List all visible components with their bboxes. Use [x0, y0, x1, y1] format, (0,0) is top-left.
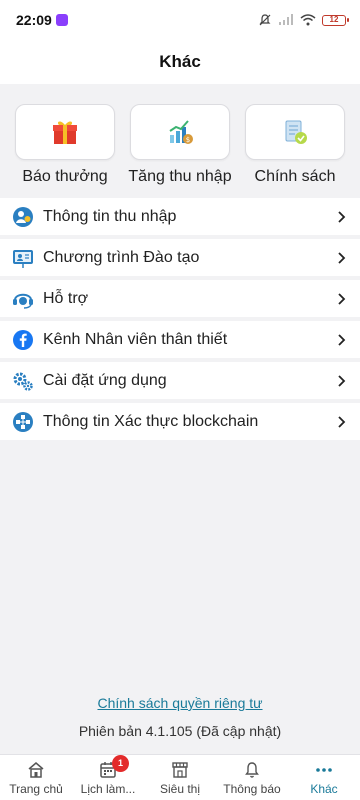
tab-label: Siêu thị: [159, 781, 201, 796]
tab-khac[interactable]: Khác: [288, 755, 360, 800]
mute-bell-icon: [259, 14, 271, 26]
chevron-right-icon: [338, 292, 346, 305]
menu-item-label: Thông tin thu nhập: [43, 207, 177, 225]
blockchain-icon: [13, 411, 33, 432]
status-time: 22:09: [16, 12, 68, 28]
quick-actions: Báo thưởng $ Tăng thu nhập Chính sách: [0, 84, 360, 186]
chevron-right-icon: [338, 374, 346, 387]
tab-label: Khác: [310, 781, 338, 796]
facebook-icon: [13, 329, 33, 350]
quick-action-card[interactable]: $: [130, 104, 230, 160]
status-icons: 12: [258, 13, 349, 27]
menu-item-ho-tro[interactable]: Hỗ trợ: [0, 280, 360, 317]
page-title: Khác: [159, 52, 201, 71]
page-header: Khác: [0, 40, 360, 84]
tab-label: Trang chủ: [9, 781, 63, 796]
tab-lich-lam[interactable]: 1 Lịch làm...: [72, 755, 144, 800]
home-icon: [28, 761, 44, 778]
menu-item-cai-dat-ung-dung[interactable]: Cài đặt ứng dụng: [0, 362, 360, 399]
income-growth-icon: $: [169, 120, 193, 144]
tab-label: Thông báo: [223, 781, 281, 796]
quick-action-chinh-sach[interactable]: Chính sách: [244, 104, 346, 186]
app-version: Phiên bản 4.1.105 (Đã cập nhật): [78, 723, 282, 739]
menu-item-label: Thông tin Xác thực blockchain: [43, 412, 259, 430]
tab-thong-bao[interactable]: Thông báo: [216, 755, 288, 800]
gift-icon: [53, 121, 77, 144]
quick-action-tang-thu-nhap[interactable]: $ Tăng thu nhập: [128, 104, 232, 186]
privacy-policy-link[interactable]: Chính sách quyền riêng tư: [97, 695, 262, 711]
menu-item-label: Cài đặt ứng dụng: [43, 371, 167, 389]
svg-text:$: $: [186, 136, 190, 144]
chevron-right-icon: [338, 415, 346, 428]
notification-badge: 1: [112, 755, 129, 772]
chevron-right-icon: [338, 333, 346, 346]
quick-action-label: Tăng thu nhập: [128, 168, 232, 185]
footer-info: Chính sách quyền riêng tư Phiên bản 4.1.…: [0, 695, 360, 739]
wifi-icon: [300, 14, 316, 26]
settings-menu: Thông tin thu nhập Chương trình Đào tạo: [0, 198, 360, 440]
quick-action-card[interactable]: [245, 104, 345, 160]
policy-document-icon: [285, 120, 307, 144]
tab-label: Lịch làm...: [80, 781, 136, 796]
menu-item-thong-tin-thu-nhap[interactable]: Thông tin thu nhập: [0, 198, 360, 235]
menu-item-label: Kênh Nhân viên thân thiết: [43, 330, 228, 348]
status-bar: 22:09 12: [0, 0, 360, 40]
menu-item-chuong-trinh-dao-tao[interactable]: Chương trình Đào tạo: [0, 239, 360, 276]
support-headset-icon: [13, 293, 33, 309]
quick-action-bao-thuong[interactable]: Báo thưởng: [14, 104, 116, 186]
clock: 22:09: [16, 12, 52, 28]
settings-gear-icon: [13, 372, 33, 391]
tab-sieu-thi[interactable]: Siêu thị: [144, 755, 216, 800]
menu-item-kenh-nhan-vien[interactable]: Kênh Nhân viên thân thiết: [0, 321, 360, 358]
signal-icon: [279, 14, 293, 25]
bottom-tab-bar: Trang chủ 1 Lịch làm... Siêu thị Thông b…: [0, 754, 360, 800]
menu-item-label: Hỗ trợ: [43, 289, 89, 307]
chevron-right-icon: [338, 210, 346, 223]
income-info-icon: [13, 206, 33, 227]
battery-icon: 12: [322, 14, 349, 26]
chevron-right-icon: [338, 251, 346, 264]
more-dots-icon: [316, 767, 332, 772]
quick-action-card[interactable]: [15, 104, 115, 160]
bell-icon: [245, 761, 259, 778]
training-icon: [13, 249, 33, 268]
menu-item-label: Chương trình Đào tạo: [43, 248, 200, 266]
quick-action-label: Chính sách: [254, 168, 336, 185]
menu-item-xac-thuc-blockchain[interactable]: Thông tin Xác thực blockchain: [0, 403, 360, 440]
store-icon: [172, 761, 188, 778]
quick-action-label: Báo thưởng: [22, 168, 108, 185]
tab-trang-chu[interactable]: Trang chủ: [0, 755, 72, 800]
app-notification-icon: [55, 14, 68, 26]
